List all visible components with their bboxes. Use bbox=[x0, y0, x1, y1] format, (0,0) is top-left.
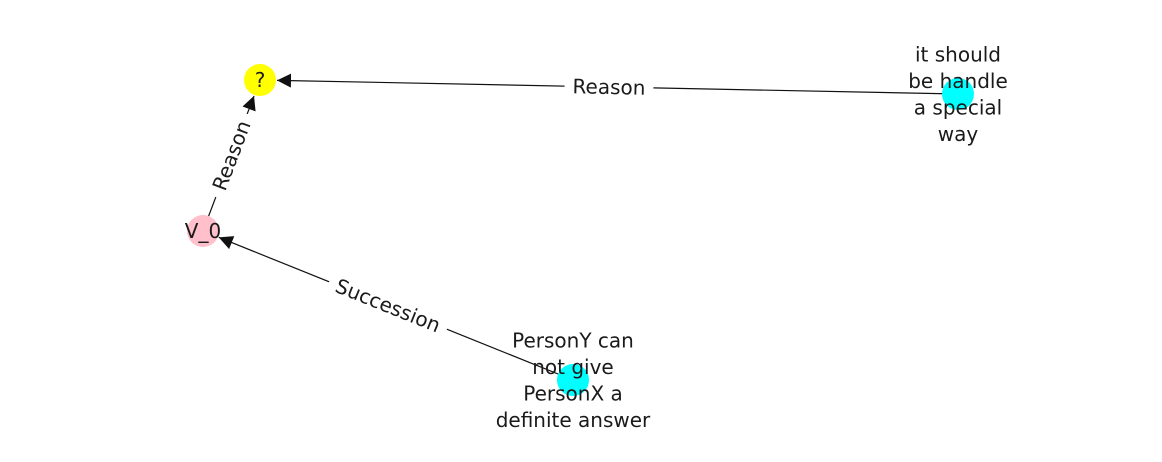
node-label-line: PersonX a bbox=[523, 381, 623, 405]
node-label-line: be handle bbox=[908, 69, 1008, 93]
edge-label-v0-to-question: Reason bbox=[207, 117, 255, 194]
labels-layer: Reason Reason Succession? V_0 it should be ha… bbox=[185, 42, 1008, 432]
node-label-line: it should bbox=[915, 42, 1001, 66]
node-label-question: ? bbox=[255, 68, 266, 92]
edge-label-group: Succession bbox=[324, 269, 452, 342]
edge-label-persony-to-v0: Succession bbox=[332, 274, 444, 338]
edge-label-handle-to-question: Reason bbox=[572, 74, 645, 99]
node-label-v0: V_0 bbox=[185, 219, 221, 243]
node-label-line: a special bbox=[914, 95, 1002, 119]
node-label-line: ? bbox=[255, 68, 266, 92]
knowledge-graph: Reason Reason Succession? V_0 it should be ha… bbox=[185, 42, 1008, 432]
edge-label-group: Reason bbox=[564, 73, 654, 101]
edge-label-group: Reason bbox=[203, 109, 260, 202]
node-label-line: way bbox=[938, 122, 979, 146]
node-label-line: V_0 bbox=[185, 219, 221, 243]
node-label-line: definite answer bbox=[496, 408, 651, 432]
node-label-line: not give bbox=[532, 355, 614, 379]
node-label-line: PersonY can bbox=[512, 328, 634, 352]
